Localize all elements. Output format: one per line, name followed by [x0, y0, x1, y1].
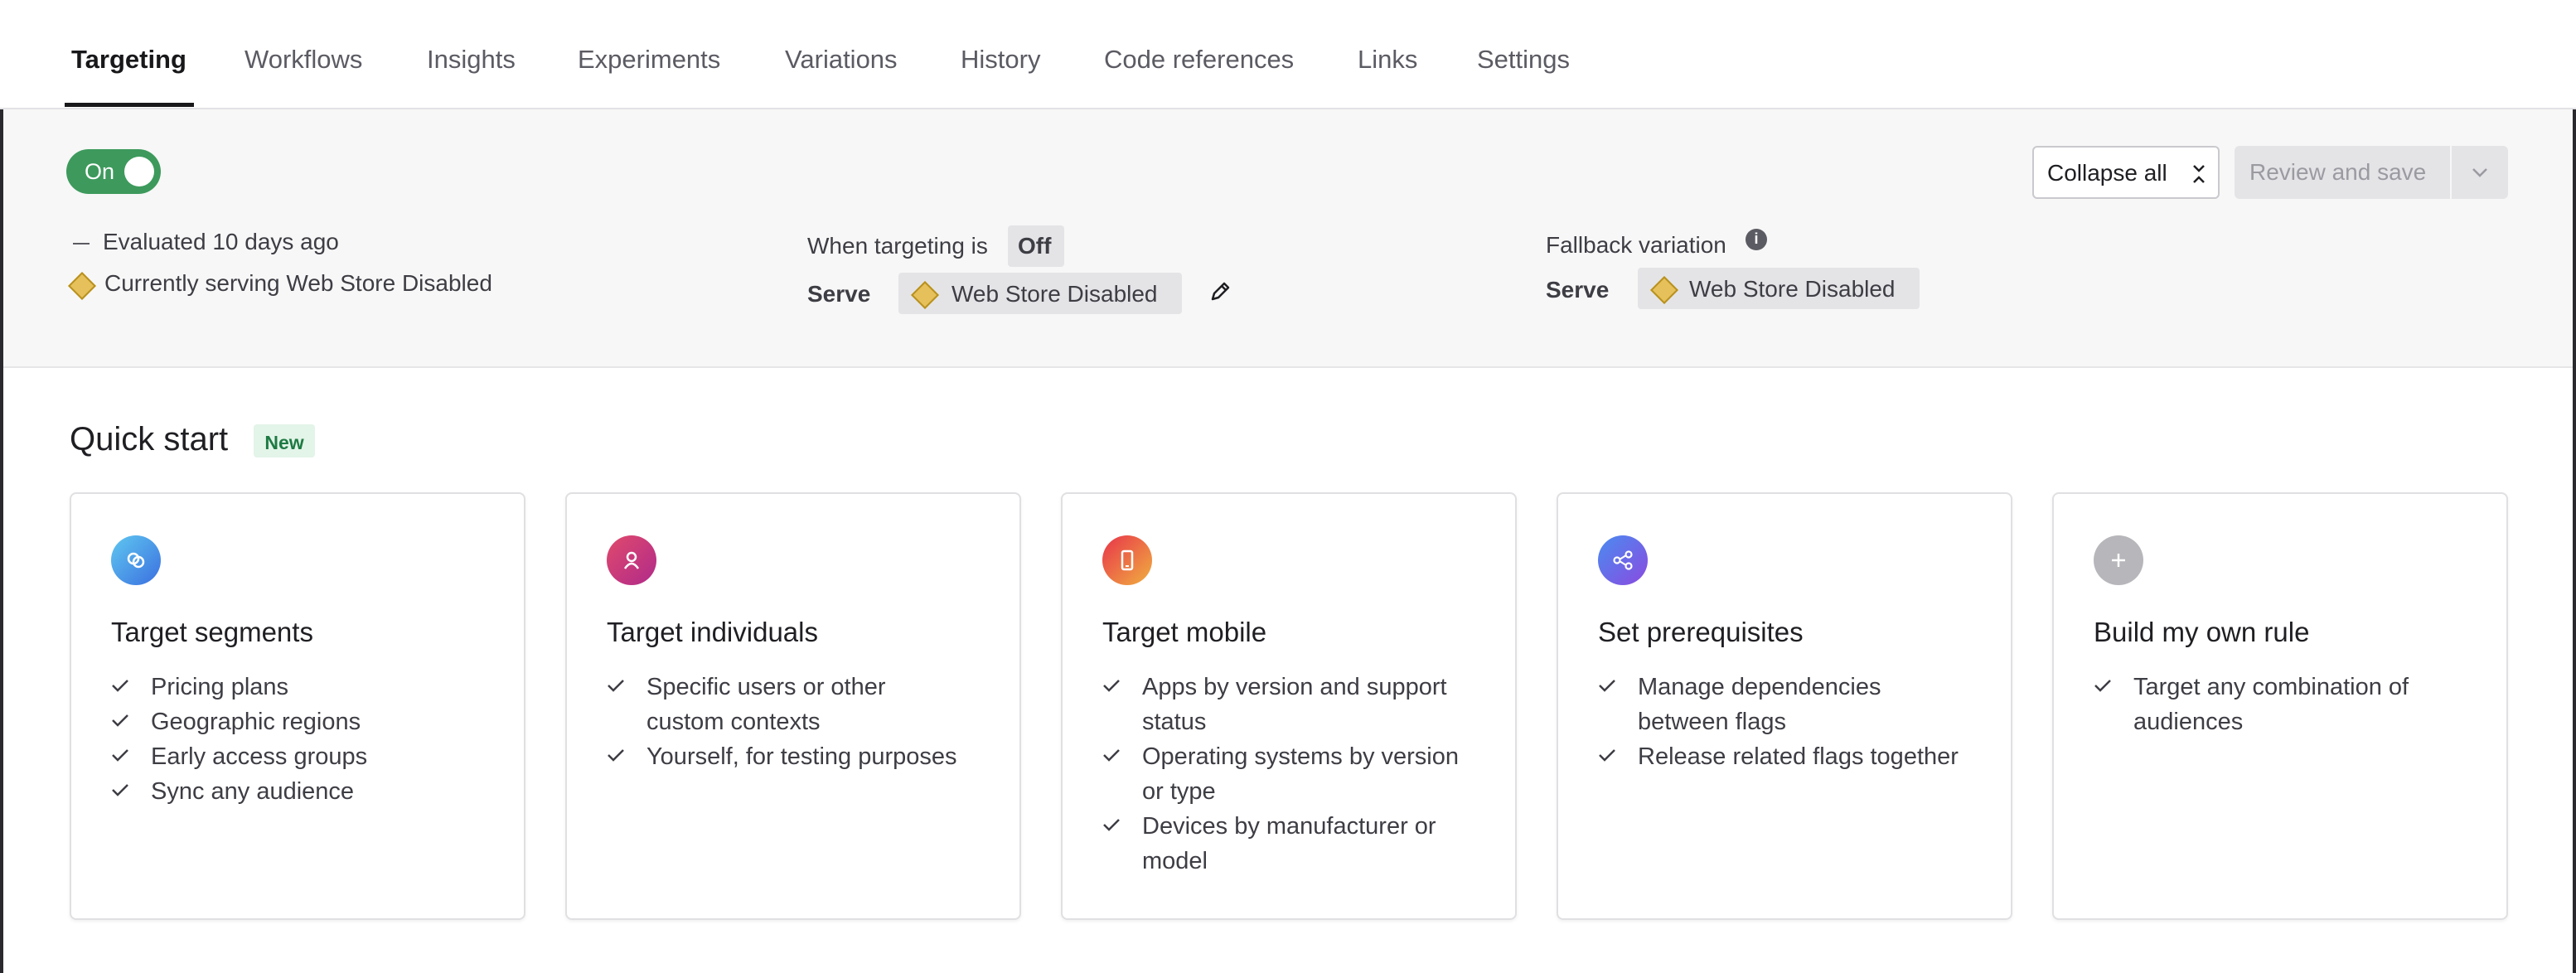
when-targeting-label: When targeting is [807, 233, 988, 259]
evaluated-text: Evaluated 10 days ago [103, 229, 339, 254]
card-title: Build my own rule [2094, 617, 2310, 647]
new-badge: New [254, 424, 315, 457]
quick-start-card-target-mobile[interactable]: Target mobile Apps by version and suppor… [1061, 492, 1517, 920]
collapse-all-button[interactable]: Collapse all [2032, 146, 2220, 199]
user-icon [607, 535, 656, 585]
segments-icon [111, 535, 161, 585]
fallback-variation-label: Fallback variation [1546, 232, 1726, 258]
targeting-toggle[interactable]: On [66, 149, 161, 194]
review-options-dropdown[interactable] [2452, 146, 2508, 199]
plus-icon [2094, 535, 2143, 585]
serve-label: Serve [807, 281, 871, 307]
tab-workflows[interactable]: Workflows [245, 45, 362, 75]
collapse-icon [2193, 165, 2205, 183]
edit-pencil-icon[interactable] [1208, 280, 1232, 303]
review-and-save-button[interactable]: Review and save [2235, 146, 2450, 199]
tab-settings[interactable]: Settings [1477, 45, 1570, 75]
tab-bar: Targeting Workflows Insights Experiments… [0, 0, 2576, 109]
toggle-label: On [85, 159, 115, 184]
tab-history[interactable]: History [961, 45, 1040, 75]
tab-links[interactable]: Links [1358, 45, 1417, 75]
window-edge-right [2573, 0, 2576, 973]
fallback-variation-value: Web Store Disabled [1689, 276, 1896, 302]
active-tab-indicator [65, 103, 194, 107]
card-title: Target segments [111, 617, 313, 647]
serve-variation-value: Web Store Disabled [951, 281, 1158, 307]
quick-start-card-target-individuals[interactable]: Target individuals Specific users or oth… [565, 492, 1021, 920]
tab-code-references[interactable]: Code references [1104, 45, 1294, 75]
card-title: Set prerequisites [1598, 617, 1804, 647]
quick-start-card-target-segments[interactable]: Target segments Pricing plans Geographic… [70, 492, 525, 920]
tab-variations[interactable]: Variations [785, 45, 898, 75]
mobile-icon [1102, 535, 1152, 585]
card-title: Target individuals [607, 617, 818, 647]
info-icon[interactable]: i [1746, 229, 1767, 250]
dash-icon [73, 243, 90, 244]
card-title: Target mobile [1102, 617, 1267, 647]
toggle-knob [124, 157, 154, 186]
share-nodes-icon [1598, 535, 1648, 585]
chevron-down-icon [2472, 168, 2487, 177]
tab-insights[interactable]: Insights [427, 45, 516, 75]
fallback-serve-label: Serve [1546, 277, 1610, 303]
quick-start-title: Quick start [70, 421, 229, 457]
quick-start-card-set-prerequisites[interactable]: Set prerequisites Manage dependencies bet… [1557, 492, 2012, 920]
review-and-save-label: Review and save [2249, 159, 2427, 185]
targeting-state-value: Off [1018, 233, 1052, 259]
quick-start-card-build-my-own-rule[interactable]: Build my own rule Target any combination… [2052, 492, 2508, 920]
tab-experiments[interactable]: Experiments [578, 45, 720, 75]
collapse-all-label: Collapse all [2047, 160, 2167, 186]
tab-targeting[interactable]: Targeting [71, 45, 186, 75]
currently-serving-text: Currently serving Web Store Disabled [104, 270, 492, 296]
